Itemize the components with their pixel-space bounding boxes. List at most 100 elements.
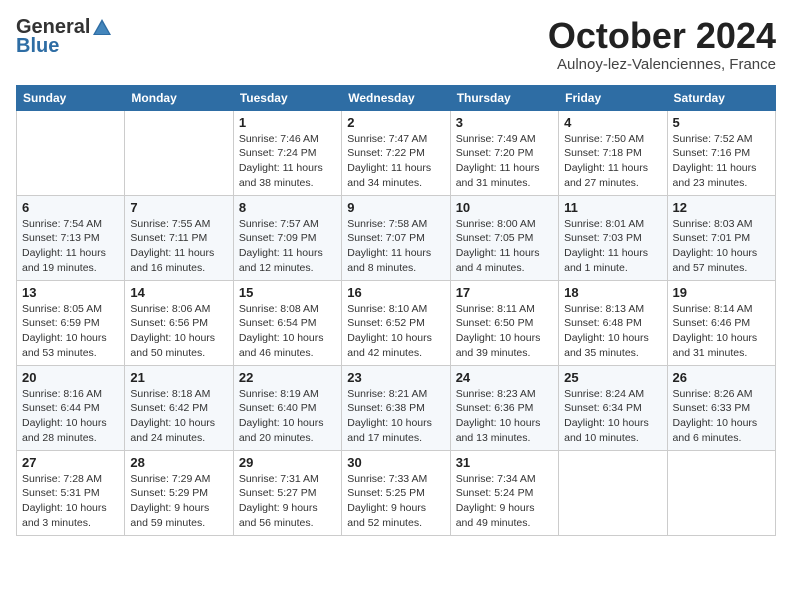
day-info: Sunrise: 7:49 AMSunset: 7:20 PMDaylight:… [456,133,540,189]
day-number: 10 [456,200,553,215]
day-info: Sunrise: 7:58 AMSunset: 7:07 PMDaylight:… [347,218,431,274]
day-info: Sunrise: 8:16 AMSunset: 6:44 PMDaylight:… [22,388,107,444]
day-number: 18 [564,285,661,300]
calendar-cell: 2Sunrise: 7:47 AMSunset: 7:22 PMDaylight… [342,110,450,195]
day-info: Sunrise: 8:00 AMSunset: 7:05 PMDaylight:… [456,218,540,274]
logo-icon [91,17,113,39]
day-info: Sunrise: 7:57 AMSunset: 7:09 PMDaylight:… [239,218,323,274]
weekday-header-sunday: Sunday [17,85,125,110]
calendar-cell: 13Sunrise: 8:05 AMSunset: 6:59 PMDayligh… [17,280,125,365]
day-info: Sunrise: 8:08 AMSunset: 6:54 PMDaylight:… [239,303,324,359]
calendar-cell: 31 Sunrise: 7:34 AMSunset: 5:24 PMDayligh… [450,450,558,535]
month-title: October 2024 [548,16,776,56]
calendar-cell [125,110,233,195]
calendar-cell: 21 Sunrise: 8:18 AMSunset: 6:42 PMDayligh… [125,365,233,450]
week-row-5: 27 Sunrise: 7:28 AMSunset: 5:31 PMDayligh… [17,450,776,535]
day-info: Sunrise: 7:55 AMSunset: 7:11 PMDaylight:… [130,218,214,274]
day-info: Sunrise: 7:50 AMSunset: 7:18 PMDaylight:… [564,133,648,189]
weekday-header-friday: Friday [559,85,667,110]
calendar-cell: 26 Sunrise: 8:26 AMSunset: 6:33 PMDayligh… [667,365,775,450]
calendar-cell: 16 Sunrise: 8:10 AMSunset: 6:52 PMDayligh… [342,280,450,365]
day-number: 28 [130,455,227,470]
weekday-header-thursday: Thursday [450,85,558,110]
day-number: 19 [673,285,770,300]
day-info: Sunrise: 7:54 AMSunset: 7:13 PMDaylight:… [22,218,106,274]
day-number: 23 [347,370,444,385]
week-row-1: 1Sunrise: 7:46 AMSunset: 7:24 PMDaylight… [17,110,776,195]
day-number: 17 [456,285,553,300]
day-info: Sunrise: 8:19 AMSunset: 6:40 PMDaylight:… [239,388,324,444]
week-row-2: 6 Sunrise: 7:54 AMSunset: 7:13 PMDaylight… [17,195,776,280]
day-number: 9 [347,200,444,215]
day-info: Sunrise: 8:03 AMSunset: 7:01 PMDaylight:… [673,218,758,274]
calendar-cell: 23Sunrise: 8:21 AMSunset: 6:38 PMDayligh… [342,365,450,450]
calendar-cell: 14Sunrise: 8:06 AMSunset: 6:56 PMDayligh… [125,280,233,365]
day-number: 26 [673,370,770,385]
calendar-cell: 18 Sunrise: 8:13 AMSunset: 6:48 PMDayligh… [559,280,667,365]
week-row-4: 20Sunrise: 8:16 AMSunset: 6:44 PMDayligh… [17,365,776,450]
calendar-cell: 8 Sunrise: 7:57 AMSunset: 7:09 PMDaylight… [233,195,341,280]
calendar-cell: 9 Sunrise: 7:58 AMSunset: 7:07 PMDaylight… [342,195,450,280]
calendar-cell: 30Sunrise: 7:33 AMSunset: 5:25 PMDayligh… [342,450,450,535]
calendar-cell: 20Sunrise: 8:16 AMSunset: 6:44 PMDayligh… [17,365,125,450]
day-number: 3 [456,115,553,130]
weekday-header-wednesday: Wednesday [342,85,450,110]
week-row-3: 13Sunrise: 8:05 AMSunset: 6:59 PMDayligh… [17,280,776,365]
day-info: Sunrise: 7:28 AMSunset: 5:31 PMDaylight:… [22,473,107,529]
day-number: 22 [239,370,336,385]
calendar-cell: 4 Sunrise: 7:50 AMSunset: 7:18 PMDaylight… [559,110,667,195]
calendar-cell [667,450,775,535]
day-number: 31 [456,455,553,470]
calendar-cell: 15 Sunrise: 8:08 AMSunset: 6:54 PMDayligh… [233,280,341,365]
day-info: Sunrise: 8:06 AMSunset: 6:56 PMDaylight:… [130,303,215,359]
calendar-cell: 12 Sunrise: 8:03 AMSunset: 7:01 PMDayligh… [667,195,775,280]
weekday-header-row: SundayMondayTuesdayWednesdayThursdayFrid… [17,85,776,110]
day-number: 7 [130,200,227,215]
day-number: 24 [456,370,553,385]
logo: General Blue [16,16,114,58]
day-number: 30 [347,455,444,470]
calendar-cell: 25 Sunrise: 8:24 AMSunset: 6:34 PMDayligh… [559,365,667,450]
weekday-header-saturday: Saturday [667,85,775,110]
logo-blue-text: Blue [16,35,59,58]
calendar-cell: 10 Sunrise: 8:00 AMSunset: 7:05 PMDayligh… [450,195,558,280]
calendar-cell: 24Sunrise: 8:23 AMSunset: 6:36 PMDayligh… [450,365,558,450]
day-number: 12 [673,200,770,215]
location-text: Aulnoy-lez-Valenciennes, France [548,56,776,73]
day-info: Sunrise: 8:13 AMSunset: 6:48 PMDaylight:… [564,303,649,359]
calendar-cell: 11Sunrise: 8:01 AMSunset: 7:03 PMDayligh… [559,195,667,280]
day-number: 15 [239,285,336,300]
weekday-header-tuesday: Tuesday [233,85,341,110]
day-number: 25 [564,370,661,385]
day-number: 16 [347,285,444,300]
day-number: 4 [564,115,661,130]
calendar-cell: 6 Sunrise: 7:54 AMSunset: 7:13 PMDaylight… [17,195,125,280]
calendar-cell: 3 Sunrise: 7:49 AMSunset: 7:20 PMDaylight… [450,110,558,195]
day-info: Sunrise: 8:10 AMSunset: 6:52 PMDaylight:… [347,303,432,359]
day-number: 11 [564,200,661,215]
day-info: Sunrise: 8:26 AMSunset: 6:33 PMDaylight:… [673,388,758,444]
calendar-cell: 28 Sunrise: 7:29 AMSunset: 5:29 PMDayligh… [125,450,233,535]
calendar-cell [559,450,667,535]
calendar-cell [17,110,125,195]
day-number: 6 [22,200,119,215]
day-info: Sunrise: 8:18 AMSunset: 6:42 PMDaylight:… [130,388,215,444]
calendar-cell: 17 Sunrise: 8:11 AMSunset: 6:50 PMDayligh… [450,280,558,365]
calendar-cell: 29Sunrise: 7:31 AMSunset: 5:27 PMDayligh… [233,450,341,535]
day-number: 27 [22,455,119,470]
calendar-cell: 7 Sunrise: 7:55 AMSunset: 7:11 PMDaylight… [125,195,233,280]
calendar-table: SundayMondayTuesdayWednesdayThursdayFrid… [16,85,776,536]
calendar-cell: 1Sunrise: 7:46 AMSunset: 7:24 PMDaylight… [233,110,341,195]
page-header: General Blue October 2024 Aulnoy-lez-Val… [16,16,776,73]
calendar-cell: 22 Sunrise: 8:19 AMSunset: 6:40 PMDayligh… [233,365,341,450]
day-info: Sunrise: 7:29 AMSunset: 5:29 PMDaylight:… [130,473,210,529]
day-info: Sunrise: 8:05 AMSunset: 6:59 PMDaylight:… [22,303,107,359]
day-info: Sunrise: 8:24 AMSunset: 6:34 PMDaylight:… [564,388,649,444]
day-info: Sunrise: 7:31 AMSunset: 5:27 PMDaylight:… [239,473,319,529]
day-number: 8 [239,200,336,215]
day-info: Sunrise: 7:34 AMSunset: 5:24 PMDaylight:… [456,473,536,529]
day-info: Sunrise: 8:11 AMSunset: 6:50 PMDaylight:… [456,303,541,359]
day-info: Sunrise: 8:14 AMSunset: 6:46 PMDaylight:… [673,303,758,359]
day-number: 2 [347,115,444,130]
day-number: 21 [130,370,227,385]
